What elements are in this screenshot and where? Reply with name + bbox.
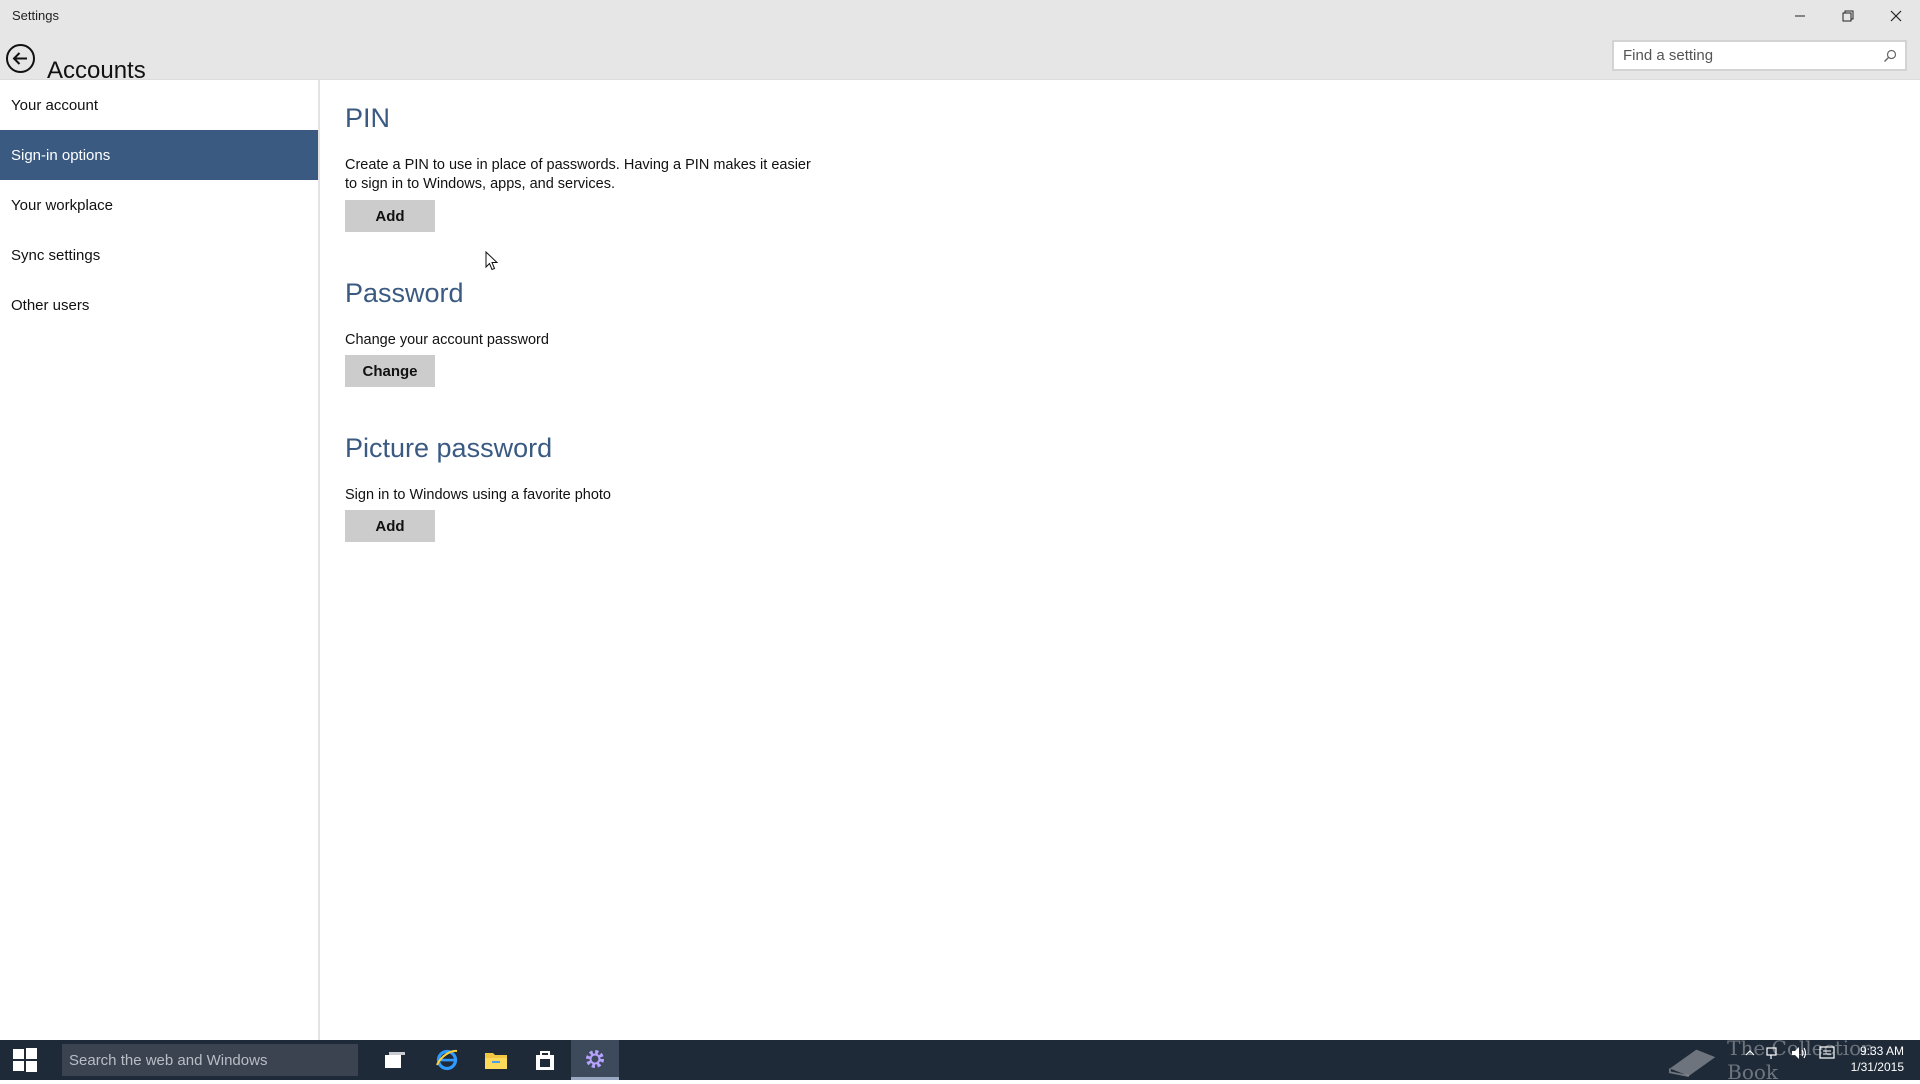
network-icon[interactable] — [1765, 1046, 1781, 1060]
action-center-icon[interactable] — [1819, 1046, 1835, 1060]
settings-app-button[interactable] — [571, 1040, 619, 1080]
picture-password-description: Sign in to Windows using a favorite phot… — [345, 487, 611, 503]
taskbar-search-input[interactable] — [69, 1051, 349, 1069]
mouse-cursor-icon — [485, 251, 499, 271]
picture-password-heading: Picture password — [345, 433, 553, 463]
restore-button[interactable] — [1824, 0, 1872, 31]
title-bar: Settings — [0, 0, 1920, 31]
file-explorer-button[interactable] — [472, 1040, 520, 1080]
book-logo-icon — [1668, 1049, 1716, 1077]
minimize-icon — [1795, 15, 1805, 16]
system-tray — [1745, 1046, 1835, 1060]
pin-description: Create a PIN to use in place of password… — [345, 157, 811, 192]
find-setting-input[interactable] — [1623, 47, 1873, 64]
taskbar-search-box[interactable] — [62, 1044, 358, 1076]
picture-password-add-button[interactable]: Add — [345, 510, 435, 542]
internet-explorer-button[interactable] — [423, 1040, 471, 1080]
sidebar-item-sync-settings[interactable]: Sync settings — [0, 230, 318, 280]
gear-icon — [586, 1049, 604, 1068]
sidebar-item-your-account[interactable]: Your account — [0, 80, 318, 130]
search-icon[interactable] — [1883, 49, 1897, 63]
sidebar-item-other-users[interactable]: Other users — [0, 280, 318, 330]
minimize-button[interactable] — [1776, 0, 1824, 31]
pin-heading: PIN — [345, 103, 391, 133]
sidebar-item-sign-in-options[interactable]: Sign-in options — [0, 130, 318, 180]
taskbar-clock[interactable]: 9:33 AM 1/31/2015 — [1851, 1043, 1904, 1075]
volume-icon[interactable] — [1791, 1046, 1809, 1060]
sidebar-item-your-workplace[interactable]: Your workplace — [0, 180, 318, 230]
pin-add-button[interactable]: Add — [345, 200, 435, 232]
chevron-up-icon[interactable] — [1745, 1048, 1755, 1058]
store-bag-icon — [536, 1051, 554, 1070]
back-arrow-icon — [6, 44, 35, 73]
close-icon — [1890, 10, 1902, 21]
clock-time: 9:33 AM — [1859, 1044, 1904, 1058]
start-button[interactable] — [0, 1040, 50, 1080]
folder-icon — [485, 1053, 507, 1069]
windows-logo-icon — [13, 1048, 37, 1072]
sidebar: Your account Sign-in options Your workpl… — [0, 80, 320, 1040]
password-change-button[interactable]: Change — [345, 355, 435, 387]
task-view-icon — [385, 1052, 405, 1068]
store-button[interactable] — [521, 1040, 569, 1080]
close-button[interactable] — [1872, 0, 1920, 31]
window-title: Settings — [12, 8, 59, 23]
find-setting-search-box[interactable] — [1612, 40, 1907, 71]
back-button[interactable] — [5, 43, 36, 74]
restore-icon — [1842, 10, 1854, 21]
password-description: Change your account password — [345, 332, 549, 348]
taskbar: The Collection Book 9:33 AM 1/31/2015 — [0, 1036, 1920, 1084]
internet-explorer-icon — [436, 1049, 458, 1071]
page-header: Accounts — [0, 31, 1920, 84]
clock-date: 1/31/2015 — [1850, 1060, 1904, 1074]
password-heading: Password — [345, 278, 464, 308]
task-view-button[interactable] — [371, 1040, 419, 1080]
window-controls — [1776, 0, 1920, 31]
